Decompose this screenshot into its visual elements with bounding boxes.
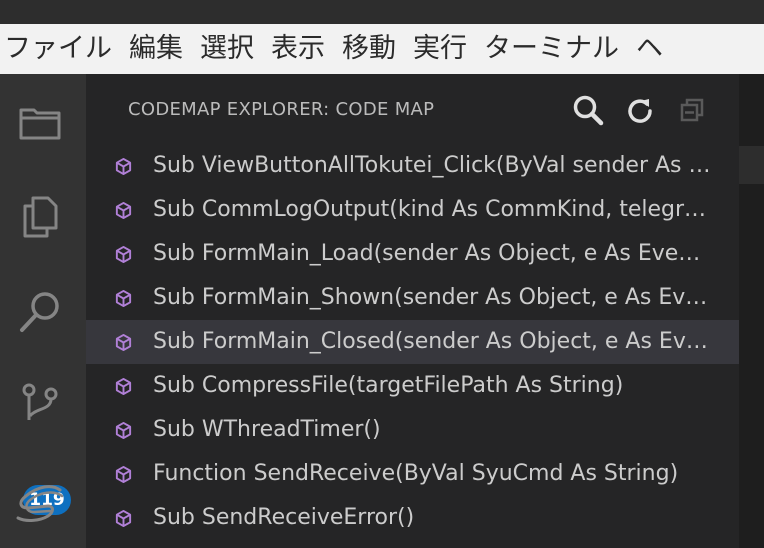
tree-item-label: Sub FormMain_Load(sender As Object, e As… — [153, 241, 713, 266]
copy-icon[interactable] — [14, 190, 66, 242]
tree-item-label: Sub FormMain_Closed(sender As Object, e … — [153, 329, 713, 354]
method-icon — [115, 201, 132, 220]
menu-help[interactable]: ヘ — [631, 24, 675, 74]
tree-item-label: Sub SendReceiveError() — [153, 505, 415, 530]
window-title-strip — [0, 0, 764, 24]
tree-item-label: Sub WThreadTimer() — [153, 417, 381, 442]
search-icon[interactable] — [570, 92, 606, 128]
refresh-icon[interactable] — [622, 92, 658, 128]
method-icon — [115, 421, 132, 440]
tree-item[interactable]: Sub FormMain_Shown(sender As Object, e A… — [86, 276, 739, 320]
tree-item[interactable]: Sub FormMain_Load(sender As Object, e As… — [86, 232, 739, 276]
menu-bar: ファイル 編集 選択 表示 移動 実行 ターミナル ヘ — [0, 24, 764, 74]
search-icon[interactable] — [14, 286, 66, 338]
tree-item-label: Sub CommLogOutput(kind As CommKind, tele… — [153, 197, 713, 222]
tree-item-label: Sub CompressFile(targetFilePath As Strin… — [153, 373, 624, 398]
editor-tab-strip — [739, 146, 764, 184]
collapse-all-icon[interactable] — [674, 92, 710, 128]
method-icon — [115, 465, 132, 484]
menu-go[interactable]: 移動 — [337, 24, 408, 74]
codemap-sidebar: CODEMAP EXPLORER: CODE MAP Sub ViewButto… — [86, 74, 739, 548]
method-icon — [115, 157, 132, 176]
menu-terminal[interactable]: ターミナル — [479, 24, 631, 74]
tree-item-label: Function SendReceive(ByVal SyuCmd As Str… — [153, 461, 679, 486]
tree-item[interactable]: Sub CompressFile(targetFilePath As Strin… — [86, 364, 739, 408]
menu-file[interactable]: ファイル — [0, 24, 124, 74]
activity-bar: 119 — [0, 74, 86, 548]
tree-item-selected[interactable]: Sub FormMain_Closed(sender As Object, e … — [86, 320, 739, 364]
tree-item[interactable]: Sub ViewButtonAllTokutei_Click(ByVal sen… — [86, 144, 739, 188]
method-icon — [115, 289, 132, 308]
tree-item[interactable]: Function SendReceive(ByVal SyuCmd As Str… — [86, 452, 739, 496]
tree-item-label: Sub FormMain_Shown(sender As Object, e A… — [153, 285, 713, 310]
tree-item-label: Sub ViewButtonAllTokutei_Click(ByVal sen… — [153, 153, 713, 178]
files-icon[interactable] — [14, 96, 66, 148]
codemap-icon[interactable] — [14, 478, 66, 530]
panel-title: CODEMAP EXPLORER: CODE MAP — [128, 98, 435, 120]
menu-edit[interactable]: 編集 — [124, 24, 195, 74]
menu-view[interactable]: 表示 — [266, 24, 337, 74]
menu-run[interactable]: 実行 — [408, 24, 479, 74]
source-control-icon[interactable] — [14, 378, 66, 430]
tree-item[interactable]: Sub CommLogOutput(kind As CommKind, tele… — [86, 188, 739, 232]
method-icon — [115, 509, 132, 528]
tree-item[interactable]: Sub WThreadTimer() — [86, 408, 739, 452]
method-icon — [115, 245, 132, 264]
menu-selection[interactable]: 選択 — [195, 24, 266, 74]
method-icon — [115, 377, 132, 396]
method-icon — [115, 333, 132, 352]
tree-item[interactable]: Sub SendReceiveError() — [86, 496, 739, 540]
